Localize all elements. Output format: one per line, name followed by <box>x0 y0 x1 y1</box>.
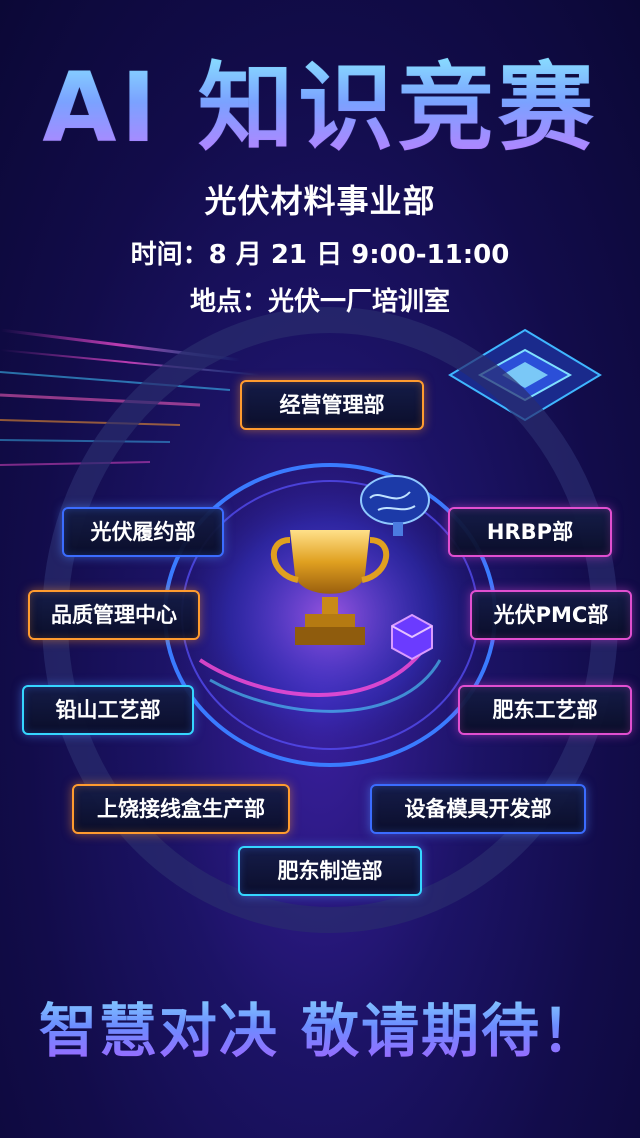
background-art <box>0 307 618 933</box>
department-badge: HRBP部 <box>448 507 612 557</box>
department-badge: 肥东工艺部 <box>458 685 632 735</box>
department-badge: 铅山工艺部 <box>22 685 194 735</box>
poster: AI 知识竞赛 光伏材料事业部 时间：8 月 21 日 9:00-11:00 地… <box>0 0 640 1138</box>
cube-icon <box>391 613 433 661</box>
department-badge: 设备模具开发部 <box>370 784 586 834</box>
slogan: 智慧对决 敬请期待！ <box>0 984 640 1068</box>
department-badge: 肥东制造部 <box>238 846 422 896</box>
department-badge: 上饶接线盒生产部 <box>72 784 290 834</box>
department-badge: 光伏履约部 <box>62 507 224 557</box>
event-time: 时间：8 月 21 日 9:00-11:00 <box>130 240 510 270</box>
department-badge: 经营管理部 <box>240 380 424 430</box>
page-title: AI 知识竞赛 <box>0 48 640 168</box>
organizer-name: 光伏材料事业部 <box>204 182 436 220</box>
department-badge: 品质管理中心 <box>28 590 200 640</box>
event-place: 地点：光伏一厂培训室 <box>189 287 450 317</box>
department-badge: 光伏PMC部 <box>470 590 632 640</box>
